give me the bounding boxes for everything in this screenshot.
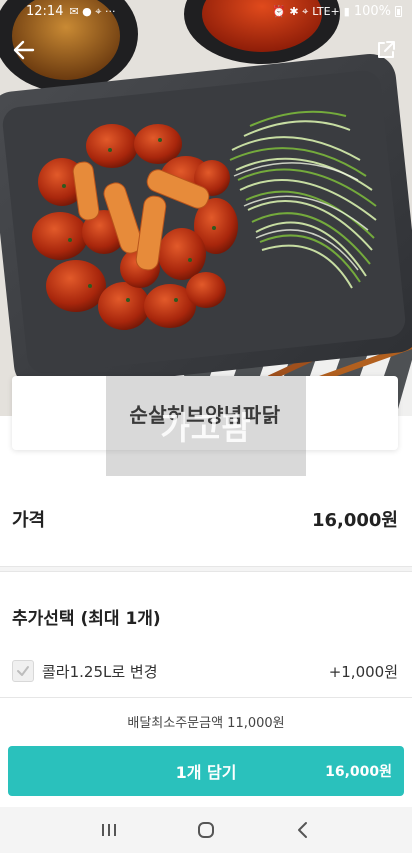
battery-percent: 100%	[353, 3, 391, 19]
cart-button-total: 16,000원	[325, 764, 392, 780]
section-divider	[0, 566, 412, 572]
cart-button-label: 1개 담기	[175, 763, 237, 782]
home-icon	[197, 822, 214, 838]
share-external-icon	[378, 41, 395, 58]
arrow-left-icon	[13, 40, 35, 60]
add-to-cart-button[interactable]: 1개 담기 16,000원	[8, 746, 404, 796]
notification-icons: ✉ ● ⌖ ···	[69, 4, 116, 18]
option-checkbox[interactable]	[12, 660, 34, 682]
recents-icon	[101, 824, 116, 836]
option-divider	[0, 697, 412, 698]
min-order-notice: 배달최소주문금액 11,000원	[127, 716, 285, 731]
option-price: +1,000원	[328, 662, 398, 681]
signal-icon: ▮	[343, 4, 350, 18]
android-nav-bar	[0, 807, 412, 853]
recents-button[interactable]	[89, 815, 129, 845]
price-row: 가격 16,000원	[0, 492, 412, 546]
option-item-cola[interactable]: 콜라1.25L로 변경 +1,000원	[0, 652, 412, 690]
price-value: 16,000원	[311, 510, 398, 531]
back-button[interactable]	[10, 36, 38, 64]
back-chevron-icon	[298, 822, 308, 838]
price-label: 가격	[12, 510, 46, 531]
option-section-title: 추가선택 (최대 1개)	[12, 609, 161, 629]
watermark-text: 가고팜	[160, 409, 252, 447]
option-label: 콜라1.25L로 변경	[42, 662, 158, 681]
watermark-overlay: 가고팜	[106, 376, 306, 476]
share-button[interactable]	[372, 36, 400, 64]
system-back-button[interactable]	[283, 815, 323, 845]
check-icon	[17, 666, 29, 676]
battery-icon	[395, 5, 402, 17]
menu-hero-image	[0, 0, 412, 416]
network-type: LTE+	[312, 4, 340, 18]
food-photo	[0, 0, 412, 416]
home-button[interactable]	[186, 815, 226, 845]
status-time: 12:14	[26, 3, 64, 19]
alarm-bluetooth-icons: ⏰ ✱ ⌖	[272, 4, 309, 18]
status-bar: 12:14 ✉ ● ⌖ ··· ⏰ ✱ ⌖ LTE+ ▮ 100%	[0, 0, 412, 22]
